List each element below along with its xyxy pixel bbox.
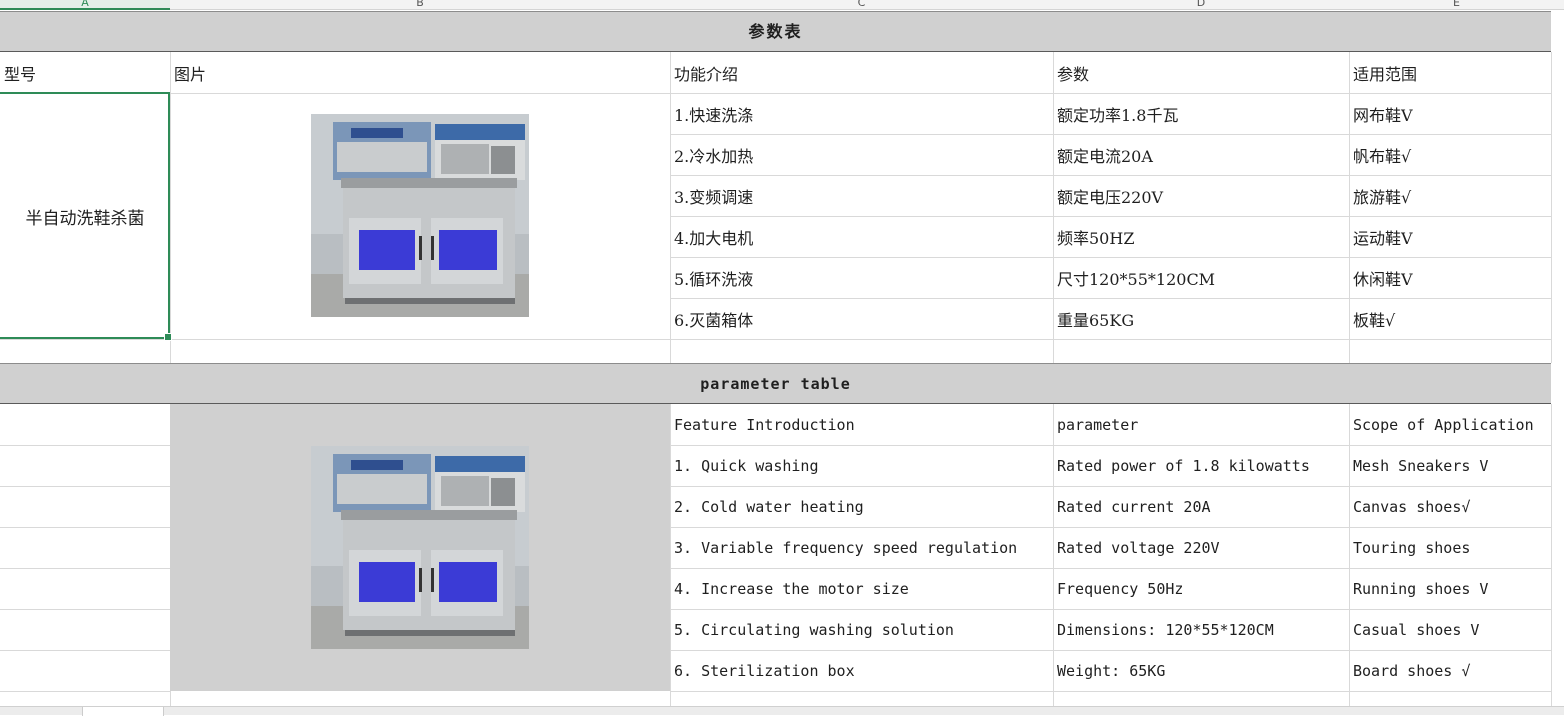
en-feature-cell[interactable]: 6. Sterilization box [670,651,1053,691]
column-header-d[interactable]: D [1053,0,1349,10]
cn-parameter-cell[interactable]: 额定电流20A [1053,135,1349,175]
cn-parameter-cell[interactable]: 重量65KG [1053,299,1349,339]
en-feature-cell[interactable]: 2. Cold water heating [670,487,1053,527]
selected-cell-outline [0,92,172,341]
cn-scope-cell[interactable]: 帆布鞋√ [1349,135,1551,175]
en-parameter-cell[interactable]: Rated voltage 220V [1053,528,1349,568]
grid-line [170,52,171,363]
grid-line [0,691,170,692]
grid-line [0,486,170,487]
en-scope-cell[interactable]: Running shoes V [1349,569,1551,609]
en-parameter-cell[interactable]: Frequency 50Hz [1053,569,1349,609]
grid-line [0,650,170,651]
cn-scope-cell[interactable]: 板鞋√ [1349,299,1551,339]
column-header-c[interactable]: C [670,0,1053,10]
cn-feature-cell[interactable]: 3.变频调速 [670,176,1053,216]
grid-line [0,609,170,610]
cn-table-title: 参数表 [748,22,803,41]
en-parameter-cell[interactable]: Rated current 20A [1053,487,1349,527]
cn-header-parameter[interactable]: 参数 [1053,53,1349,93]
en-feature-cell[interactable]: 5. Circulating washing solution [670,610,1053,650]
cn-table-title-band[interactable]: 参数表 [0,11,1551,52]
cn-scope-cell[interactable]: 运动鞋V [1349,217,1551,257]
en-table-title: parameter table [700,375,851,393]
en-scope-cell[interactable]: Touring shoes [1349,528,1551,568]
cn-feature-cell[interactable]: 5.循环洗液 [670,258,1053,298]
grid-line [1551,404,1552,706]
grid-line [0,445,170,446]
column-header-b[interactable]: B [170,0,670,10]
en-parameter-cell[interactable]: Weight: 65KG [1053,651,1349,691]
grid-line [0,568,170,569]
washing-machine-image [311,446,529,649]
cn-header-image[interactable]: 图片 [170,53,670,93]
cn-feature-cell[interactable]: 1.快速洗涤 [670,94,1053,134]
cn-header-model[interactable]: 型号 [0,53,170,93]
en-scope-cell[interactable]: Mesh Sneakers V [1349,446,1551,486]
cn-parameter-cell[interactable]: 尺寸120*55*120CM [1053,258,1349,298]
grid-line [670,691,1551,692]
product-photo-en[interactable] [311,446,529,649]
en-feature-cell[interactable]: 3. Variable frequency speed regulation [670,528,1053,568]
grid-line [0,339,1551,340]
en-scope-cell[interactable]: Canvas shoes√ [1349,487,1551,527]
cn-parameter-cell[interactable]: 额定电压220V [1053,176,1349,216]
grid-line [1551,52,1552,363]
cn-parameter-cell[interactable]: 额定功率1.8千瓦 [1053,94,1349,134]
en-scope-cell[interactable]: Casual shoes V [1349,610,1551,650]
column-header-a[interactable]: A [0,0,170,10]
cn-scope-cell[interactable]: 休闲鞋V [1349,258,1551,298]
cn-feature-cell[interactable]: 6.灭菌箱体 [670,299,1053,339]
en-table-title-band[interactable]: parameter table [0,363,1551,404]
en-parameter-cell[interactable]: Dimensions: 120*55*120CM [1053,610,1349,650]
cn-header-feature[interactable]: 功能介绍 [670,53,1053,93]
grid-line [0,527,170,528]
washing-machine-image [311,114,529,317]
sheet-tab-bar [0,706,1564,716]
column-header-e[interactable]: E [1349,0,1564,10]
en-header-scope[interactable]: Scope of Application [1349,405,1551,445]
cn-feature-cell[interactable]: 2.冷水加热 [670,135,1053,175]
en-header-parameter[interactable]: parameter [1053,405,1349,445]
fill-handle[interactable] [164,333,172,341]
en-feature-cell[interactable]: 1. Quick washing [670,446,1053,486]
cn-scope-cell[interactable]: 网布鞋V [1349,94,1551,134]
en-scope-cell[interactable]: Board shoes √ [1349,651,1551,691]
product-photo-cn[interactable] [311,114,529,317]
en-feature-cell[interactable]: 4. Increase the motor size [670,569,1053,609]
en-header-feature[interactable]: Feature Introduction [670,405,1053,445]
cn-feature-cell[interactable]: 4.加大电机 [670,217,1053,257]
cn-header-scope[interactable]: 适用范围 [1349,53,1551,93]
cn-scope-cell[interactable]: 旅游鞋√ [1349,176,1551,216]
cn-parameter-cell[interactable]: 频率50HZ [1053,217,1349,257]
en-parameter-cell[interactable]: Rated power of 1.8 kilowatts [1053,446,1349,486]
